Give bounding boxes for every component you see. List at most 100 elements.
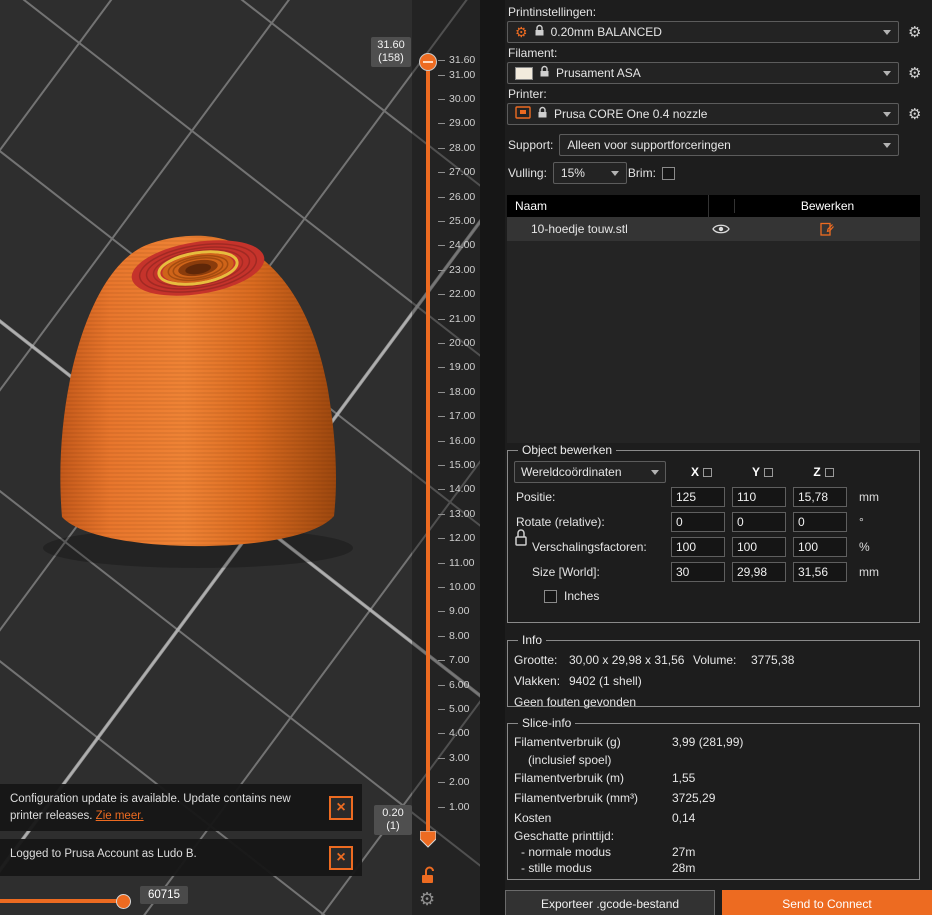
layer-tick-label: 24.00 xyxy=(449,239,476,252)
unlock-icon[interactable] xyxy=(420,866,438,889)
size-x-field[interactable] xyxy=(671,561,725,582)
chevron-down-icon xyxy=(883,142,892,148)
rotate-y-field[interactable] xyxy=(732,511,786,532)
layer-tick xyxy=(438,147,445,149)
column-name-header: Naam xyxy=(515,199,548,213)
close-icon[interactable]: × xyxy=(329,845,353,870)
layer-slider-top-handle[interactable] xyxy=(419,53,437,71)
axis-x-icon[interactable] xyxy=(703,467,712,477)
layer-tick-label: 25.00 xyxy=(449,215,476,228)
position-x-field[interactable] xyxy=(671,486,725,507)
layer-tick-label: 4.00 xyxy=(449,727,470,740)
panel-gap xyxy=(480,0,505,915)
lock-icon xyxy=(537,106,548,122)
close-icon[interactable]: × xyxy=(329,795,353,820)
move-slider-value: 60715 xyxy=(140,886,188,904)
filament-g-value: 3,99 (281,99) xyxy=(672,735,744,749)
axis-y-icon[interactable] xyxy=(764,467,773,477)
slider-gear-icon[interactable]: ⚙ xyxy=(419,889,435,910)
layer-tick-label: 17.00 xyxy=(449,410,476,423)
layer-tick xyxy=(438,172,445,174)
position-z-field[interactable] xyxy=(793,486,847,507)
scale-unit: % xyxy=(859,539,870,554)
filament-value: Prusament ASA xyxy=(556,66,641,80)
layer-tick-label: 14.00 xyxy=(449,483,476,496)
layer-tick-label: 6.00 xyxy=(449,678,470,691)
slice-info-legend: Slice-info xyxy=(522,716,572,730)
filament-dropdown[interactable]: Prusament ASA xyxy=(507,62,899,84)
coordinates-dropdown[interactable]: Wereldcoördinaten xyxy=(514,461,666,483)
print-time-label: Geschatte printtijd: xyxy=(514,829,615,843)
infill-value: 15% xyxy=(560,166,585,180)
model-object[interactable] xyxy=(60,232,337,547)
layer-tick xyxy=(438,74,445,76)
layer-tick-label: 10.00 xyxy=(449,581,476,594)
layer-tick xyxy=(438,367,445,369)
printer-gear-button[interactable]: ⚙ xyxy=(908,107,921,122)
axis-z-label: Z xyxy=(813,465,821,479)
axis-z-icon[interactable] xyxy=(824,467,834,477)
printer-dropdown[interactable]: Prusa CORE One 0.4 nozzle xyxy=(507,103,899,125)
layer-slider-bottom-value: 0.20 (1) xyxy=(374,805,412,835)
layer-tick xyxy=(438,757,445,759)
uniform-scale-lock-icon[interactable] xyxy=(514,524,528,557)
layer-tick-label: 5.00 xyxy=(449,703,470,716)
filament-gear-button[interactable]: ⚙ xyxy=(908,66,921,81)
position-y-field[interactable] xyxy=(732,486,786,507)
size-y-field[interactable] xyxy=(732,561,786,582)
eye-icon[interactable] xyxy=(708,223,734,235)
size-z-field[interactable] xyxy=(793,561,847,582)
scale-y-field[interactable] xyxy=(732,536,786,557)
filament-mm3-label: Filamentverbruik (mm³) xyxy=(514,791,639,805)
print-settings-dropdown[interactable]: ⚙ 0.20mm BALANCED xyxy=(507,21,899,43)
export-gcode-button[interactable]: Exporteer .gcode-bestand xyxy=(505,890,715,915)
layer-tick xyxy=(438,294,445,296)
object-list: Naam Bewerken 10-hoedje touw.stl xyxy=(507,195,920,443)
edit-object-icon[interactable] xyxy=(734,222,920,236)
see-more-link[interactable]: Zie meer. xyxy=(96,810,144,822)
layer-tick-label: 30.00 xyxy=(449,93,476,106)
rotate-x-field[interactable] xyxy=(671,511,725,532)
size-info-label: Grootte: xyxy=(514,652,558,667)
object-list-header: Naam Bewerken xyxy=(507,195,920,217)
layer-tick-label: 1.00 xyxy=(449,800,470,813)
support-dropdown[interactable]: Alleen voor supportforceringen xyxy=(559,134,900,156)
cost-label: Kosten xyxy=(514,811,552,825)
table-row[interactable]: 10-hoedje touw.stl xyxy=(507,217,920,241)
layer-tick xyxy=(438,635,445,637)
move-slider-handle[interactable] xyxy=(116,894,131,909)
layer-tick xyxy=(438,391,445,393)
printer-label: Printer: xyxy=(508,87,547,101)
send-to-connect-button[interactable]: Send to Connect xyxy=(722,890,932,915)
print-settings-value: 0.20mm BALANCED xyxy=(550,25,662,39)
axis-x-label: X xyxy=(690,465,699,479)
move-slider-track[interactable] xyxy=(0,899,120,903)
notification-account: Logged to Prusa Account as Ludo B. × xyxy=(0,839,362,876)
inches-checkbox[interactable] xyxy=(544,589,557,603)
layer-tick xyxy=(438,99,445,101)
object-manipulation-panel: Object bewerken Wereldcoördinaten X Y Z … xyxy=(507,443,920,623)
right-sidebar: Printinstellingen: ⚙ 0.20mm BALANCED ⚙ F… xyxy=(505,0,932,915)
rotate-z-field[interactable] xyxy=(793,511,847,532)
filament-g-label: Filamentverbruik (g) xyxy=(514,735,621,749)
layer-tick xyxy=(438,562,445,564)
layer-tick-label: 26.00 xyxy=(449,190,476,203)
layer-slider-track[interactable] xyxy=(426,62,430,840)
notification-text: Logged to Prusa Account as Ludo B. xyxy=(10,848,197,860)
layer-tick-label: 23.00 xyxy=(449,263,476,276)
layer-tick xyxy=(438,782,445,784)
layer-tick xyxy=(438,245,445,247)
layer-slider-bottom-handle[interactable] xyxy=(419,830,437,851)
layer-tick-label: 20.00 xyxy=(449,337,476,350)
infill-label: Vulling: xyxy=(508,166,547,180)
infill-dropdown[interactable]: 15% xyxy=(552,162,627,184)
brim-checkbox[interactable] xyxy=(661,166,675,180)
scale-z-field[interactable] xyxy=(793,536,847,557)
column-visibility-header xyxy=(708,195,734,217)
print-settings-gear-button[interactable]: ⚙ xyxy=(908,25,921,40)
layer-tick xyxy=(438,465,445,467)
layer-tick-label: 31.60 xyxy=(449,54,476,66)
slice-info-panel: Slice-info Filamentverbruik (g) 3,99 (28… xyxy=(507,716,920,880)
scale-x-field[interactable] xyxy=(671,536,725,557)
3d-viewport[interactable]: 31.60 31.00 30.00 29.00 28.00 27.00 26.00 25.00… xyxy=(0,0,505,915)
